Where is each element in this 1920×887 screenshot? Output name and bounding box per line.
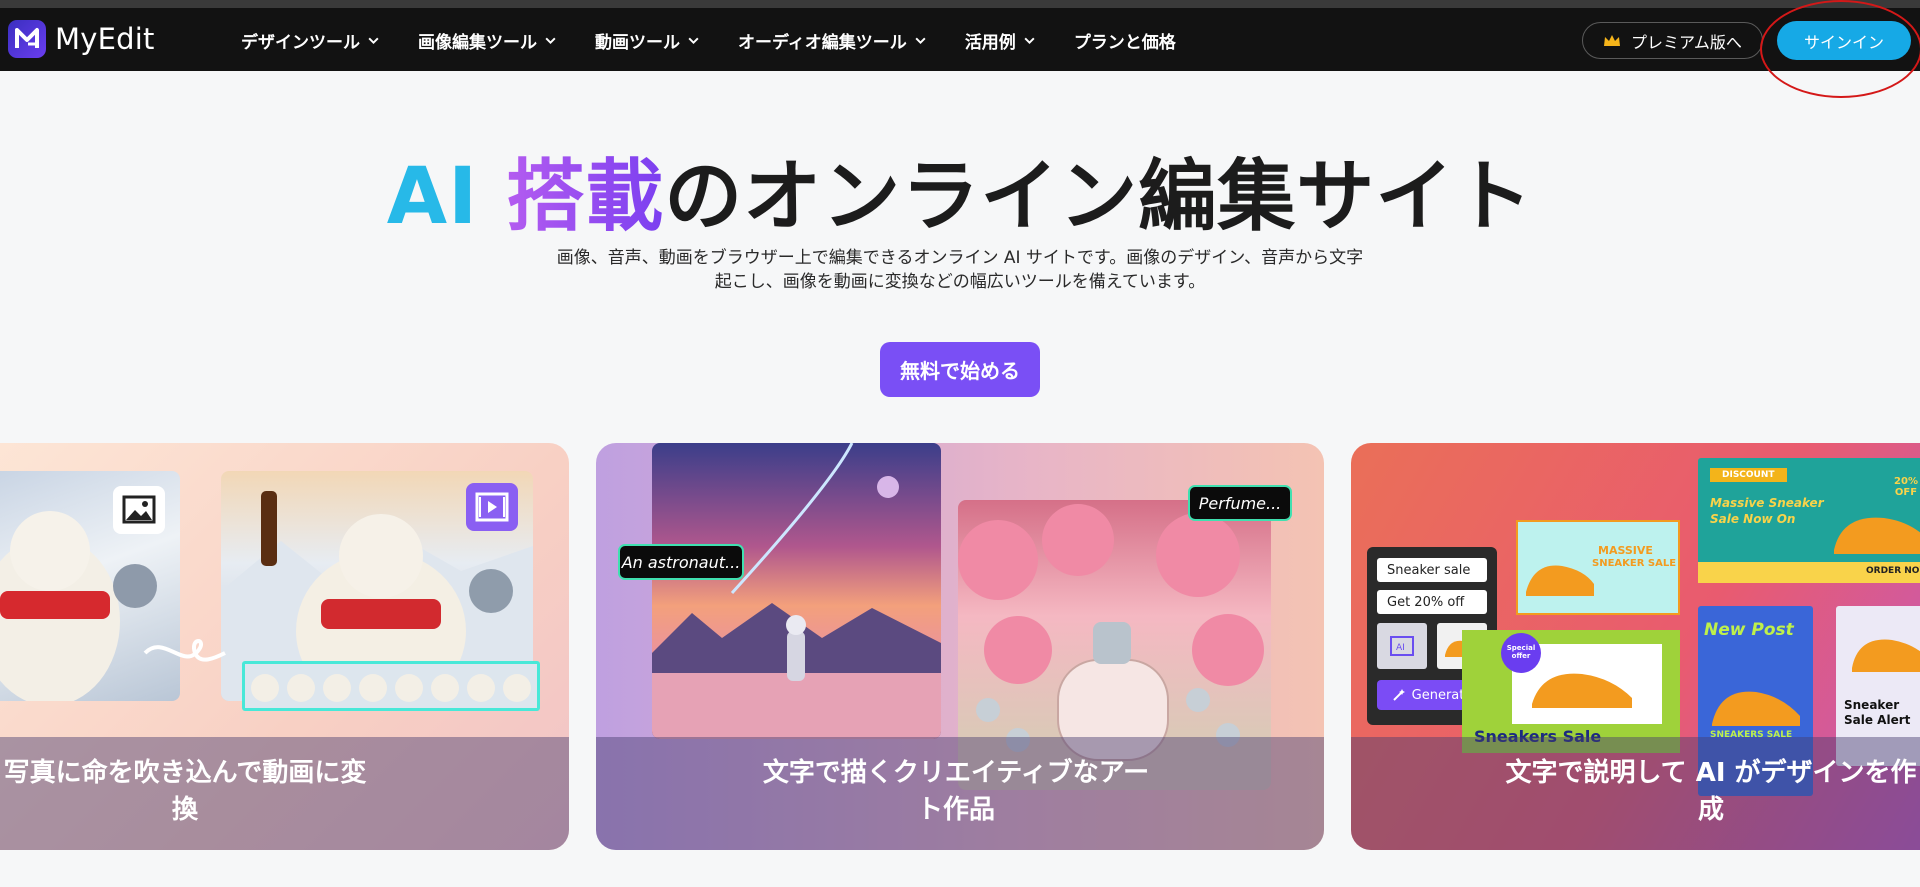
start-free-button-label: 無料で始める <box>900 359 1020 383</box>
nav-item-label: 活用例 <box>964 33 1016 53</box>
mini-input-sneaker: Sneaker sale <box>1377 558 1487 582</box>
mini-input-text: Sneaker sale <box>1387 562 1471 578</box>
promo-text: Sneaker <box>1844 698 1900 712</box>
ai-image-icon: AI <box>1390 636 1414 656</box>
ai-image-slot: AI <box>1377 623 1427 669</box>
prompt-chip-perfume: Perfume... <box>1188 485 1292 521</box>
design-sample-sneakers-sale: Sneakers Sale <box>1462 630 1680 753</box>
promo-text: SNEAKER SALE <box>1592 558 1677 569</box>
hero-title: AI 搭載のオンライン編集サイト <box>0 134 1920 246</box>
promo-order: ORDER NOW <box>1866 566 1920 576</box>
video-badge <box>466 483 518 531</box>
nav-audio-tools[interactable]: オーディオ編集ツール <box>738 28 927 53</box>
nav-image-tools[interactable]: 画像編集ツール <box>418 28 557 53</box>
video-timeline-strip <box>242 661 540 711</box>
hero-subtitle: 画像、音声、動画をブラウザー上で編集できるオンライン AI サイトです。画像のデ… <box>510 246 1410 294</box>
nav-item-label: 画像編集ツール <box>418 33 537 53</box>
myedit-logo[interactable]: MyEdit <box>8 20 155 58</box>
prompt-chip-astronaut: An astronaut... <box>618 544 744 580</box>
hero-title-ai: AI <box>386 152 507 242</box>
myedit-logo-icon <box>8 20 46 58</box>
promo-tag: DISCOUNT <box>1710 468 1787 482</box>
feature-card-photo-to-video[interactable]: 写真に命を吹き込んで動画に変換 <box>0 443 569 850</box>
design-sample-discount: DISCOUNT Massive Sneaker Sale Now On 20%… <box>1698 458 1920 583</box>
nav-design-tools[interactable]: デザインツール <box>241 28 380 53</box>
mini-input-discount: Get 20% off <box>1377 590 1487 614</box>
main-nav: デザインツール 画像編集ツール 動画ツール オーディオ編集ツール 活用例 プラン… <box>241 28 1214 53</box>
annotation-circle <box>1760 0 1920 98</box>
premium-button-label: プレミアム版へ <box>1631 32 1742 52</box>
image-badge <box>113 486 165 534</box>
magic-wand-icon <box>1392 689 1405 701</box>
nav-item-label: デザインツール <box>241 33 360 53</box>
chip-text: Perfume... <box>1198 493 1282 513</box>
design-sample-massive-sale: MASSIVE SNEAKER SALE <box>1516 520 1680 615</box>
chevron-down-icon <box>545 37 556 45</box>
promo-text: Sale Alert <box>1844 713 1911 727</box>
chevron-down-icon <box>368 37 379 45</box>
promo-text: Massive Sneaker <box>1710 496 1824 510</box>
chip-text: An astronaut... <box>621 552 741 572</box>
chevron-down-icon <box>1024 37 1035 45</box>
nav-item-label: オーディオ編集ツール <box>738 33 907 53</box>
nav-video-tools[interactable]: 動画ツール <box>595 28 700 53</box>
nav-pricing[interactable]: プランと価格 <box>1074 28 1176 53</box>
nav-use-cases[interactable]: 活用例 <box>965 28 1036 53</box>
video-icon <box>475 492 509 522</box>
crown-icon <box>1604 34 1621 46</box>
card-title: 文字で説明して AI がデザインを作成 <box>1505 758 1917 825</box>
nav-item-label: プランと価格 <box>1073 33 1176 53</box>
hero-subtitle-line1: 画像、音声、動画をブラウザー上で編集できるオンライン AI サイトです。画像のデ… <box>556 248 1364 268</box>
chevron-down-icon <box>688 37 699 45</box>
svg-text:AI: AI <box>1396 643 1405 653</box>
special-offer-text: Special offer <box>1506 644 1536 660</box>
promo-title: New Post <box>1704 620 1794 640</box>
card-title: 文字で描くクリエイティブなアート作品 <box>762 758 1150 825</box>
hero-subtitle-line2: 起こし、画像を動画に変換などの幅広いツールを備えています。 <box>714 272 1206 292</box>
card-title: 写真に命を吹き込んで動画に変換 <box>3 758 367 825</box>
start-free-button[interactable]: 無料で始める <box>880 342 1040 397</box>
special-offer-burst: Special offer <box>1501 633 1541 673</box>
top-navbar: MyEdit デザインツール 画像編集ツール 動画ツール オーディオ編集ツール … <box>0 8 1920 71</box>
feature-card-ai-design[interactable]: Sneaker sale Get 20% off AI Generate MAS… <box>1351 443 1920 850</box>
promo-text: Sale Now On <box>1710 512 1796 526</box>
hero-title-rest: のオンライン編集サイト <box>664 152 1534 242</box>
astronaut-art-image <box>652 443 941 739</box>
swirl-arrow-icon <box>143 639 226 662</box>
mini-input-text: Get 20% off <box>1387 594 1465 610</box>
nav-item-label: 動画ツール <box>595 33 680 53</box>
premium-button[interactable]: プレミアム版へ <box>1582 22 1763 59</box>
promo-text: MASSIVE <box>1598 544 1653 557</box>
browser-top-strip <box>0 0 1920 8</box>
image-icon <box>122 495 156 524</box>
hero-title-highlight: 搭載 <box>506 152 665 242</box>
feature-card-text-to-art[interactable]: An astronaut... Perfume... 文字で描くクリエイティブな… <box>596 443 1324 850</box>
chevron-down-icon <box>915 37 926 45</box>
brand-name: MyEdit <box>55 22 155 56</box>
